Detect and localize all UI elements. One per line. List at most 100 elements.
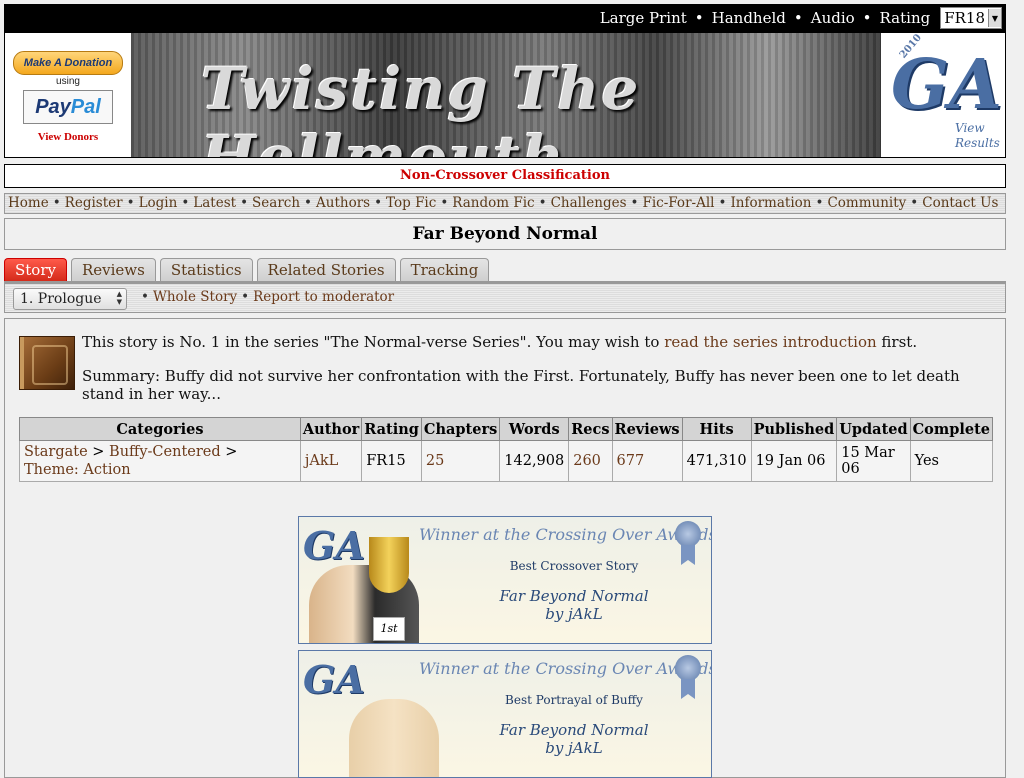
audio-link[interactable]: Audio (807, 9, 859, 27)
nav-community[interactable]: Community (827, 195, 906, 211)
story-info-table: Categories Author Rating Chapters Words … (19, 417, 994, 482)
header-categories: Categories (19, 417, 301, 441)
using-label: using (56, 76, 80, 87)
nav-search[interactable]: Search (252, 195, 300, 211)
header-complete: Complete (909, 417, 994, 441)
story-content: This story is No. 1 in the series "The N… (4, 318, 1006, 778)
header-updated: Updated (836, 417, 911, 441)
character-portrait-image (349, 699, 439, 777)
separator: • (694, 9, 704, 27)
ga-logo-icon: GA (303, 657, 365, 702)
award-banner-crossover: GA 1st Winner at the Crossing Over Award… (298, 516, 712, 644)
series-suffix: first. (881, 333, 918, 351)
nav-authors[interactable]: Authors (316, 195, 370, 211)
award-category: Best Portrayal of Buffy (505, 693, 643, 707)
tab-tracking[interactable]: Tracking (399, 258, 490, 281)
spinner-icon: ▲ ▼ (116, 290, 122, 306)
chapter-select[interactable]: 1. Prologue ▲ ▼ (13, 288, 127, 310)
category-theme-action-link[interactable]: Theme: Action (24, 462, 131, 478)
chevron-down-icon: ▼ (988, 9, 1001, 27)
nav-home[interactable]: Home (8, 195, 49, 211)
make-donation-button[interactable]: Make A Donation (13, 51, 123, 75)
tab-reviews[interactable]: Reviews (70, 258, 156, 281)
award-winner-text: Winner at the Crossing Over Awards (419, 525, 712, 544)
ga-logo-icon: GA (891, 45, 1002, 125)
nav-top-fic[interactable]: Top Fic (386, 195, 436, 211)
site-banner[interactable]: Twisting The Hellmouth (131, 33, 881, 157)
published-cell: 19 Jan 06 (750, 440, 838, 482)
rating-cell: FR15 (361, 440, 422, 482)
author-link[interactable]: jAkL (305, 453, 338, 469)
award-fic-title: Far Beyond Normal by jAkL (469, 721, 679, 757)
reviews-cell: 677 (611, 440, 683, 482)
nav-fic-for-all[interactable]: Fic-For-All (643, 195, 715, 211)
header-words: Words (499, 417, 570, 441)
rosette-icon (675, 655, 701, 681)
view-donors-link[interactable]: View Donors (5, 131, 131, 143)
donation-panel: Make A Donation using PayPal View Donors (5, 33, 132, 157)
whole-story-link[interactable]: Whole Story (153, 289, 237, 305)
view-results-line-2: Results (955, 136, 1000, 150)
rating-select[interactable]: FR18 ▼ (940, 7, 1002, 29)
recs-link[interactable]: 260 (573, 453, 601, 469)
nav-contact-us[interactable]: Contact Us (922, 195, 998, 211)
tab-related-stories[interactable]: Related Stories (256, 258, 396, 281)
award-fic-name: Far Beyond Normal (499, 587, 649, 605)
award-fic-title: Far Beyond Normal by jAkL (469, 587, 679, 623)
category-separator: > (92, 444, 105, 460)
site-header: Make A Donation using PayPal View Donors… (4, 32, 1006, 158)
nav-register[interactable]: Register (65, 195, 123, 211)
updated-cell: 15 Mar 06 (836, 440, 911, 482)
header-reviews: Reviews (611, 417, 683, 441)
header-recs: Recs (568, 417, 613, 441)
award-results-logo[interactable]: 2010 GA View Results (881, 32, 1005, 157)
classification-link[interactable]: Non-Crossover Classification (4, 164, 1006, 188)
ga-logo-icon: GA (303, 523, 365, 568)
story-summary: Summary: Buffy did not survive her confr… (82, 367, 960, 403)
rating-label: Rating (879, 9, 931, 27)
first-place-badge: 1st (373, 617, 405, 641)
recs-cell: 260 (568, 440, 613, 482)
tab-statistics[interactable]: Statistics (159, 258, 253, 281)
series-introduction-link[interactable]: read the series introduction (664, 333, 876, 351)
category-separator: > (225, 444, 238, 460)
chapters-link[interactable]: 25 (426, 453, 444, 469)
words-cell: 142,908 (499, 440, 570, 482)
award-winner-text: Winner at the Crossing Over Awards (419, 659, 712, 678)
view-results-link[interactable]: View Results (955, 121, 1000, 151)
series-notice: This story is No. 1 in the series "The N… (82, 333, 917, 351)
author-cell: jAkL (299, 440, 363, 482)
award-banner-buffy: GA Winner at the Crossing Over Awards Be… (298, 650, 712, 778)
nav-challenges[interactable]: Challenges (551, 195, 627, 211)
trophy-icon (369, 537, 409, 593)
handheld-link[interactable]: Handheld (708, 9, 790, 27)
award-fic-author: by jAkL (545, 739, 603, 757)
award-fic-author: by jAkL (545, 605, 603, 623)
large-print-link[interactable]: Large Print (596, 9, 691, 27)
nav-login[interactable]: Login (139, 195, 178, 211)
nav-random-fic[interactable]: Random Fic (452, 195, 534, 211)
story-tabs: Story Reviews Statistics Related Stories… (4, 258, 490, 282)
award-category: Best Crossover Story (509, 559, 639, 573)
view-results-line-1: View (955, 121, 985, 135)
series-prefix: This story is No. 1 in the series "The N… (82, 333, 660, 351)
header-published: Published (750, 417, 838, 441)
chapter-links: • Whole Story • Report to moderator (141, 289, 395, 305)
award-fic-name: Far Beyond Normal (499, 721, 649, 739)
chapter-select-value: 1. Prologue (20, 291, 102, 307)
category-stargate-link[interactable]: Stargate (24, 444, 88, 460)
rosette-icon (675, 521, 701, 547)
table-header-row: Categories Author Rating Chapters Words … (19, 417, 994, 441)
header-hits: Hits (681, 417, 752, 441)
nav-latest[interactable]: Latest (193, 195, 236, 211)
paypal-logo[interactable]: PayPal (23, 90, 113, 124)
report-to-moderator-link[interactable]: Report to moderator (253, 289, 394, 305)
paypal-pay-text: Pay (35, 96, 71, 118)
chapter-toolbar: 1. Prologue ▲ ▼ • Whole Story • Report to mo… (4, 283, 1006, 313)
tab-story[interactable]: Story (4, 258, 67, 281)
separator: • (793, 9, 803, 27)
reviews-link[interactable]: 677 (617, 453, 645, 469)
category-buffy-centered-link[interactable]: Buffy-Centered (109, 444, 221, 460)
chapters-cell: 25 (420, 440, 501, 482)
nav-information[interactable]: Information (730, 195, 811, 211)
